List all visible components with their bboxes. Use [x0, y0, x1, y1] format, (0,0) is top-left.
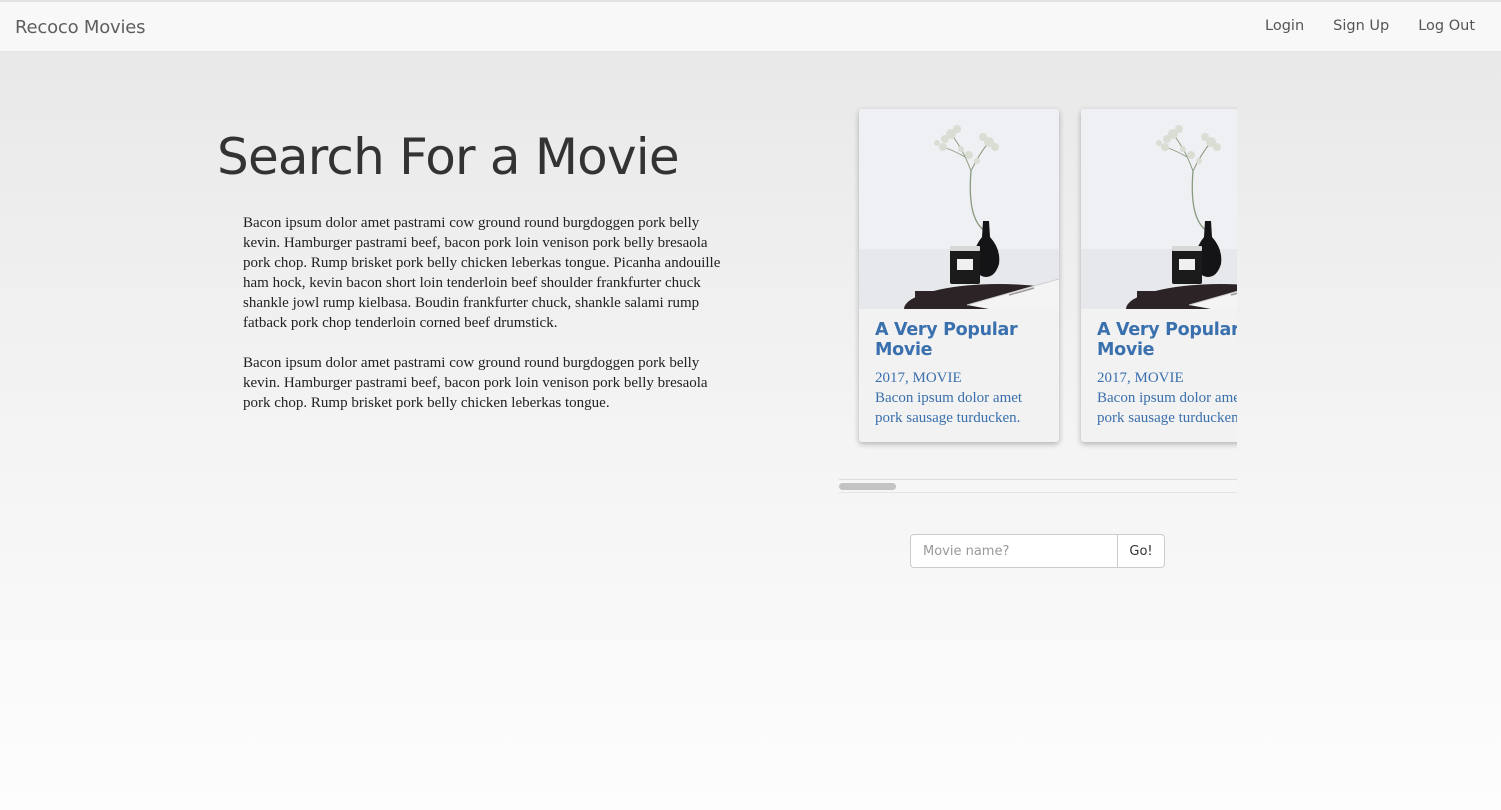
intro-text: Bacon ipsum dolor amet pastrami cow grou…: [243, 213, 723, 433]
movie-carousel: A Very Popular Movie 2017, MOVIE Bacon i…: [839, 100, 1237, 495]
movie-meta: 2017, MOVIE: [875, 370, 962, 386]
movie-description-line: Bacon ipsum dolor amet: [875, 390, 1023, 406]
brand-logo-text[interactable]: Recoco Movies: [15, 17, 146, 38]
movie-poster-image: [859, 109, 1059, 309]
movie-title-line: Movie: [875, 340, 933, 360]
movie-name-input[interactable]: [910, 534, 1118, 568]
login-link[interactable]: Login: [1265, 18, 1304, 34]
movie-poster-image: [1081, 109, 1237, 309]
scrollbar-thumb[interactable]: [839, 483, 896, 490]
movie-card[interactable]: A Very Popular Movie 2017, MOVIE Bacon i…: [859, 109, 1059, 442]
log-out-link[interactable]: Log Out: [1418, 18, 1475, 34]
movie-description-line: pork sausage turducken.: [875, 410, 1021, 426]
navbar: Recoco Movies Login Sign Up Log Out: [0, 0, 1501, 52]
go-button[interactable]: Go!: [1118, 534, 1165, 568]
sign-up-link[interactable]: Sign Up: [1333, 18, 1389, 34]
movie-title[interactable]: A Very Popular Movie: [875, 320, 1043, 360]
movie-meta: 2017, MOVIE: [1097, 370, 1184, 386]
movie-card[interactable]: A Very Popular Movie 2017, MOVIE Bacon i…: [1081, 109, 1237, 442]
movie-title[interactable]: A Very Popular Movie: [1097, 320, 1237, 360]
movie-title-line: A Very Popular: [875, 320, 1018, 340]
carousel-scrollbar[interactable]: [839, 479, 1237, 493]
page-title: Search For a Movie: [217, 128, 680, 186]
movie-title-line: A Very Popular: [1097, 320, 1237, 340]
movie-card-body: A Very Popular Movie 2017, MOVIE Bacon i…: [1081, 309, 1237, 428]
movie-description: Bacon ipsum dolor amet pork sausage turd…: [1097, 388, 1237, 428]
nav-links: Login Sign Up Log Out: [1236, 18, 1475, 34]
movie-card-body: A Very Popular Movie 2017, MOVIE Bacon i…: [859, 309, 1059, 428]
movie-title-line: Movie: [1097, 340, 1155, 360]
movie-search-form: Go!: [910, 534, 1165, 568]
intro-paragraph-1: Bacon ipsum dolor amet pastrami cow grou…: [243, 215, 721, 331]
movie-description-line: pork sausage turducken.: [1097, 410, 1237, 426]
movie-description-line: Bacon ipsum dolor amet: [1097, 390, 1237, 406]
intro-paragraph-2: Bacon ipsum dolor amet pastrami cow grou…: [243, 355, 708, 411]
movie-card-list: A Very Popular Movie 2017, MOVIE Bacon i…: [859, 109, 1237, 442]
movie-description: Bacon ipsum dolor amet pork sausage turd…: [875, 388, 1043, 428]
